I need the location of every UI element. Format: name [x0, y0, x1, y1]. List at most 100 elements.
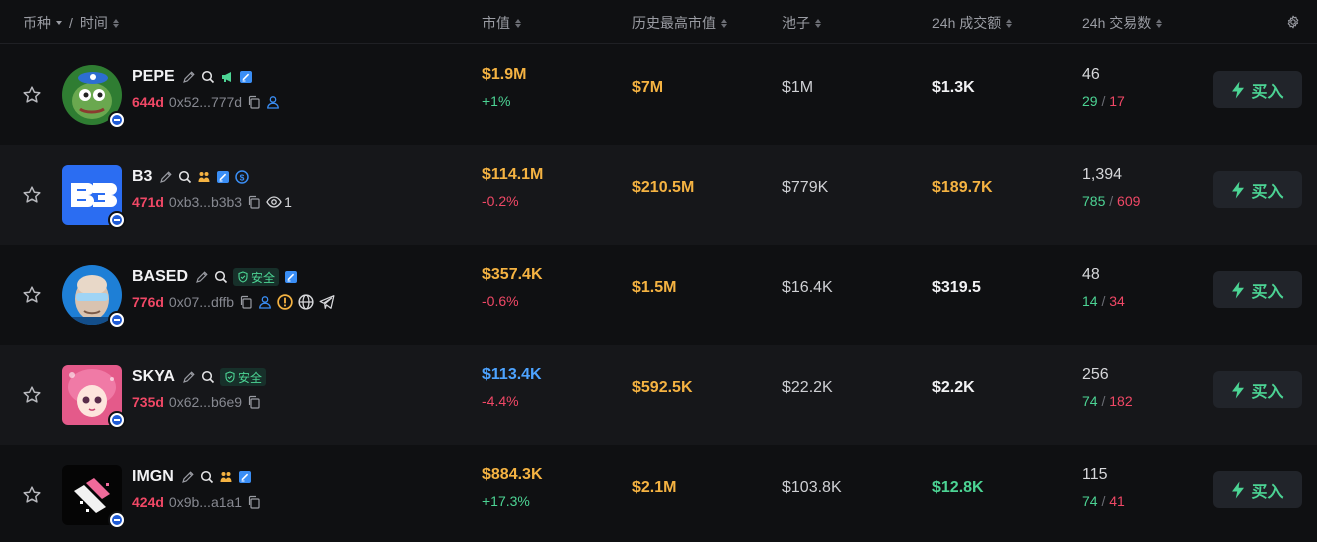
header-token-time[interactable]: 币种 / 时间 [23, 13, 119, 33]
buy-button[interactable]: 买入 [1213, 371, 1302, 408]
avatar[interactable] [62, 365, 126, 429]
tx-count: 1,394 [1082, 166, 1123, 183]
header-volume-label[interactable]: 24h 成交额 [932, 13, 1001, 33]
table-row[interactable]: BASED 安全 776d 0x07...dffb $357.4K -0.6% … [0, 245, 1317, 345]
copy-icon[interactable] [239, 295, 253, 309]
token-symbol[interactable]: B3 [132, 168, 152, 186]
shield-icon [237, 271, 249, 283]
copy-icon[interactable] [247, 395, 261, 409]
avatar[interactable] [62, 65, 126, 129]
buy-button-label[interactable]: 买入 [1251, 78, 1283, 102]
contract-address: 0x52...777d [168, 94, 243, 110]
market-cap: $114.1M [482, 166, 544, 183]
avatar[interactable] [62, 465, 126, 529]
star-icon[interactable] [22, 185, 42, 205]
user-icon[interactable] [266, 95, 280, 109]
search-icon[interactable] [200, 470, 214, 484]
user-icon[interactable] [258, 295, 272, 309]
token-symbol[interactable]: IMGN [132, 468, 174, 486]
sort-icon[interactable] [721, 18, 727, 28]
header-ath[interactable]: 历史最高市值 [632, 13, 727, 33]
lightning-icon [1231, 381, 1245, 399]
volume-24h: $189.7K [932, 179, 993, 196]
pencil-icon[interactable] [181, 470, 195, 484]
buy-button-label[interactable]: 买入 [1251, 178, 1283, 202]
pool-value: $779K [782, 179, 829, 196]
buy-button[interactable]: 买入 [1213, 71, 1302, 108]
star-icon[interactable] [22, 285, 42, 305]
buy-button[interactable]: 买入 [1213, 471, 1302, 508]
globe-icon[interactable] [298, 294, 314, 310]
shield-icon [224, 371, 236, 383]
contract-address: 0x07...dffb [168, 294, 235, 310]
pencil-icon[interactable] [182, 370, 196, 384]
buy-button[interactable]: 买入 [1213, 271, 1302, 308]
chain-badge [108, 511, 126, 529]
verified-icon [239, 70, 253, 84]
star-icon[interactable] [22, 485, 42, 505]
gear-icon[interactable] [1286, 15, 1300, 29]
warning-icon [277, 294, 293, 310]
header-pool[interactable]: 池子 [782, 13, 821, 33]
tx-count: 48 [1082, 266, 1100, 283]
buy-count: 74 [1082, 393, 1098, 409]
table-row[interactable]: SKYA 安全 735d 0x62...b6e9 $113.4K -4.4% $… [0, 345, 1317, 445]
header-txs[interactable]: 24h 交易数 [1082, 13, 1163, 33]
copy-icon[interactable] [247, 195, 261, 209]
safe-label: 安全 [251, 270, 276, 285]
avatar[interactable] [62, 165, 126, 229]
header-ath-label[interactable]: 历史最高市值 [632, 13, 716, 33]
market-cap: $1.9M [482, 66, 527, 83]
header-token[interactable]: 币种 [23, 13, 51, 33]
search-icon[interactable] [201, 370, 215, 384]
chevron-down-icon[interactable] [56, 21, 62, 25]
table-row[interactable]: B3 471d 0xb3...b3b3 1 $114.1M -0.2% $210… [0, 145, 1317, 245]
sell-count: 17 [1109, 93, 1125, 109]
price-change: -4.4% [482, 393, 519, 409]
search-icon[interactable] [214, 270, 228, 284]
token-symbol[interactable]: SKYA [132, 368, 175, 386]
table-row[interactable]: PEPE 644d 0x52...777d $1.9M +1% $7M $1M … [0, 45, 1317, 145]
sort-icon[interactable] [1006, 18, 1013, 28]
sort-icon[interactable] [112, 18, 119, 28]
avatar[interactable] [62, 265, 126, 329]
token-age: 735d [132, 394, 164, 410]
copy-icon[interactable] [247, 95, 261, 109]
sort-icon[interactable] [1156, 18, 1163, 28]
chain-badge [108, 111, 126, 129]
header-pool-label[interactable]: 池子 [782, 13, 810, 33]
header-time[interactable]: 时间 [80, 13, 108, 33]
tx-count: 115 [1082, 466, 1108, 483]
sort-icon[interactable] [515, 18, 521, 28]
star-icon[interactable] [22, 385, 42, 405]
market-cap: $884.3K [482, 466, 543, 483]
token-symbol[interactable]: PEPE [132, 68, 175, 86]
chain-badge [108, 411, 126, 429]
header-mcap[interactable]: 市值 [482, 13, 521, 33]
search-icon[interactable] [201, 70, 215, 84]
buy-count: 29 [1082, 93, 1098, 109]
tx-count: 46 [1082, 66, 1100, 83]
buy-count: 74 [1082, 493, 1098, 509]
header-volume[interactable]: 24h 成交额 [932, 13, 1013, 33]
volume-24h: $1.3K [932, 79, 975, 96]
table-row[interactable]: IMGN 424d 0x9b...a1a1 $884.3K +17.3% $2.… [0, 445, 1317, 542]
buy-button-label[interactable]: 买入 [1251, 278, 1283, 302]
token-symbol[interactable]: BASED [132, 268, 188, 286]
buy-sell-count: 74 / 182 [1082, 393, 1133, 409]
copy-icon[interactable] [247, 495, 261, 509]
pencil-icon[interactable] [182, 70, 196, 84]
buy-button-label[interactable]: 买入 [1251, 478, 1283, 502]
volume-24h: $319.5 [932, 279, 981, 296]
header-txs-label[interactable]: 24h 交易数 [1082, 13, 1151, 33]
search-icon[interactable] [178, 170, 192, 184]
sort-icon[interactable] [815, 18, 821, 28]
buy-button-label[interactable]: 买入 [1251, 378, 1283, 402]
header-mcap-label[interactable]: 市值 [482, 13, 510, 33]
star-icon[interactable] [22, 85, 42, 105]
buy-button[interactable]: 买入 [1213, 171, 1302, 208]
pencil-icon[interactable] [195, 270, 209, 284]
lightning-icon [1231, 181, 1245, 199]
telegram-icon[interactable] [319, 294, 335, 310]
pencil-icon[interactable] [159, 170, 173, 184]
